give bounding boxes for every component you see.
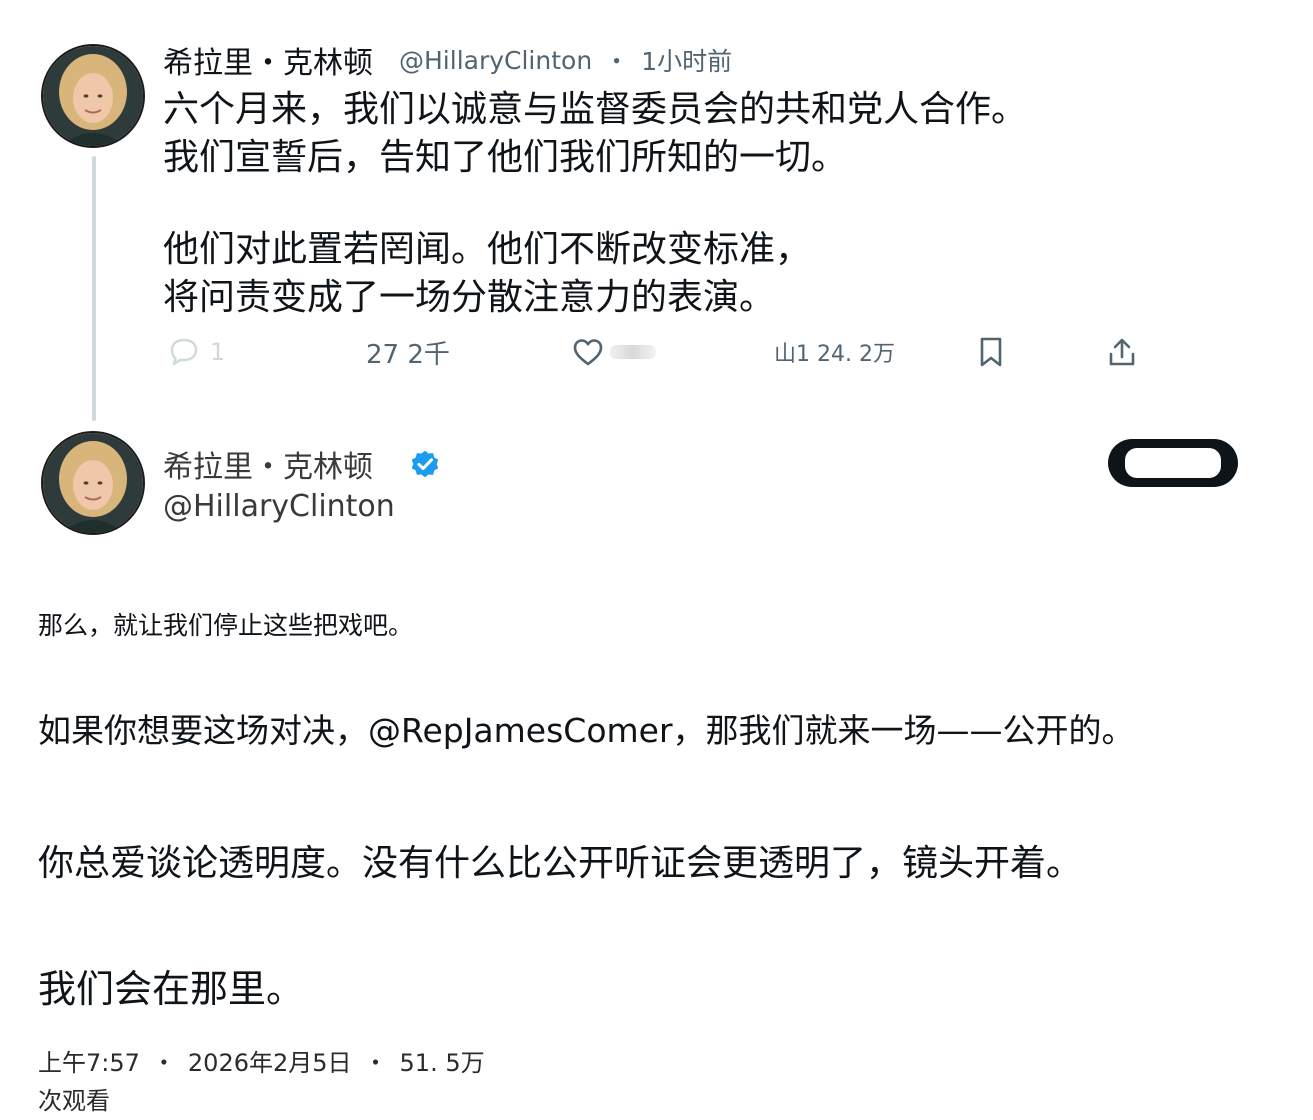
tweet2-author-name[interactable]: 希拉里・克林顿 (163, 442, 373, 486)
tweet1-text: 六个月来，我们以诚意与监督委员会的共和党人合作。 我们宣誓后，告知了他们我们所知… (163, 86, 1263, 322)
views-button[interactable]: 山1 24. 2万 (774, 332, 895, 372)
tweet2-metadata: 上午7:57 ・ 2026年2月5日・ 51. 5万 次观看 (38, 1044, 498, 1120)
tweet2-text-line: 如果你想要这场对决，@RepJamesComer，那我们就来一场——公开的。 (38, 711, 1135, 750)
retweet-count: 27 2千 (366, 339, 450, 370)
meta-separator: ・ (151, 1049, 176, 1077)
retweet-button[interactable]: 27 2千 (366, 332, 450, 372)
avatar-image (43, 46, 143, 146)
tweet2-date[interactable]: 2026年2月5日 (188, 1049, 352, 1077)
tweet1-author-name[interactable]: 希拉里・克林顿 (163, 38, 373, 82)
tweet1-separator: ・ (604, 47, 630, 76)
tweet1-text-line: 我们宣誓后，告知了他们我们所知的一切。 (163, 137, 848, 178)
tweet1-text-line: 他们对此置若罔闻。他们不断改变标准， (163, 229, 812, 270)
reply-button[interactable]: 1 (168, 332, 225, 372)
like-count-obscured (610, 345, 656, 359)
author-avatar[interactable] (41, 44, 145, 148)
tweet2-text-line: 你总爱谈论透明度。没有什么比公开听证会更透明了，镜头开着。 (38, 843, 1083, 884)
tweet1-text-line: 六个月来，我们以诚意与监督委员会的共和党人合作。 (163, 89, 1028, 130)
like-button[interactable] (572, 332, 656, 372)
avatar-image (43, 433, 143, 533)
tweet1-handle[interactable]: @HillaryClinton (399, 46, 592, 75)
reply-bubble-icon (170, 338, 198, 366)
tweet1-timestamp[interactable]: 1小时前 (641, 42, 732, 78)
tweet2-views: 51. 5万 (399, 1049, 485, 1077)
views-count: 山1 24. 2万 (774, 342, 895, 367)
tweet2-text-line: 那么，就让我们停止这些把戏吧。 (38, 611, 414, 640)
reply-count: 1 (210, 338, 226, 366)
tweet1-text-line: 将问责变成了一场分散注意力的表演。 (163, 277, 776, 318)
share-button[interactable] (1106, 332, 1138, 372)
follow-label-obscured (1125, 448, 1221, 478)
meta-separator: ・ (363, 1049, 388, 1077)
thread-connector-line (92, 156, 96, 421)
share-icon (1109, 338, 1135, 366)
heart-icon (573, 339, 603, 366)
tweet1-header: 希拉里・克林顿 @HillaryClinton ・ 1小时前 (163, 38, 732, 82)
tweet2-time[interactable]: 上午7:57 (38, 1049, 140, 1077)
tweet2-views-suffix: 次观看 (38, 1087, 110, 1115)
tweet2-handle[interactable]: @HillaryClinton (163, 489, 395, 524)
author-avatar[interactable] (41, 431, 145, 535)
tweet2-header: 希拉里・克林顿 (163, 443, 441, 485)
follow-button[interactable] (1108, 439, 1238, 487)
bookmark-icon (980, 337, 1002, 367)
bookmark-button[interactable] (977, 332, 1005, 372)
verified-badge-icon (411, 450, 439, 478)
tweet2-text-line: 我们会在那里。 (38, 967, 305, 1011)
